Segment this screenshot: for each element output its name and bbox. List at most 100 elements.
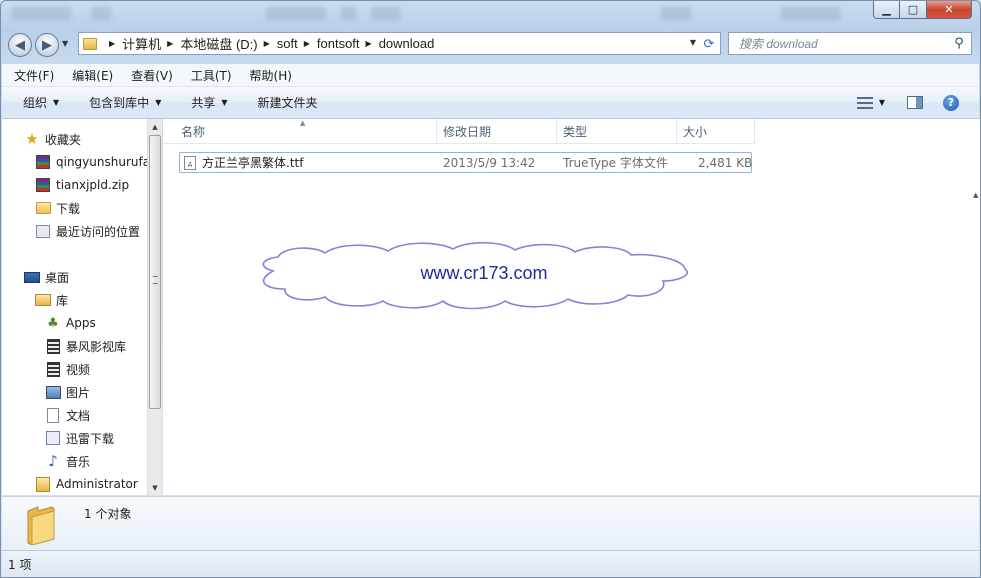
file-type: TrueType 字体文件 (563, 156, 668, 170)
breadcrumb-download[interactable]: download (379, 36, 435, 51)
sidebar-item-label: 下载 (56, 201, 81, 216)
close-icon: ✕ (944, 3, 954, 16)
watermark-text: www.cr173.com (420, 263, 548, 283)
address-history-dropdown[interactable]: ▼ (690, 38, 696, 47)
share-label: 共享 (191, 96, 216, 110)
close-button[interactable]: ✕ (927, 1, 972, 19)
recent-places-icon (36, 224, 50, 238)
picture-icon (45, 385, 61, 399)
include-in-library-label: 包含到库中 (89, 96, 150, 110)
share-button[interactable]: 共享 ▼ (191, 94, 227, 111)
scroll-up-arrow-icon[interactable]: ▲ (148, 119, 162, 134)
change-view-icon[interactable] (856, 96, 873, 109)
column-header-row: ▲ 名称 修改日期 类型 大小 (163, 119, 755, 144)
sidebar-item-label: 库 (56, 293, 69, 308)
new-folder-button[interactable]: 新建文件夹 (258, 94, 318, 111)
sidebar-item-videos[interactable]: 视频 (45, 359, 90, 379)
forward-arrow-icon: ▶ (42, 37, 52, 53)
preview-pane-icon[interactable] (907, 96, 923, 109)
column-header-type[interactable]: 类型 (557, 119, 677, 143)
search-icon[interactable]: ⚲ (951, 36, 967, 52)
chevron-right-icon[interactable]: ▶ (366, 39, 372, 48)
sidebar-item-music[interactable]: ♪ 音乐 (45, 451, 90, 471)
sidebar-item-label: Apps (66, 316, 96, 330)
selection-count: 1 个对象 (84, 507, 132, 521)
folder-icon (83, 37, 97, 50)
chevron-down-icon: ▼ (53, 98, 60, 107)
star-icon: ★ (25, 130, 39, 148)
file-modified: 2013/5/9 13:42 (443, 155, 536, 170)
sidebar-item-label: Administrator (56, 477, 138, 491)
file-row[interactable]: A 方正兰亭黑繁体.ttf 2013/5/9 13:42 TrueType 字体文… (179, 152, 752, 173)
sidebar-item-label: qingyunshurufa (56, 155, 147, 169)
winrar-archive-icon (36, 178, 50, 192)
sidebar-item-qingyunshurufa[interactable]: qingyunshurufa (35, 152, 147, 172)
sidebar-item-label: 视频 (66, 362, 91, 377)
menu-file[interactable]: 文件(F) (2, 67, 60, 84)
include-in-library-button[interactable]: 包含到库中 ▼ (89, 94, 161, 111)
status-bar: 1 项 (2, 550, 979, 577)
back-button[interactable]: ◀ (8, 33, 32, 57)
breadcrumb-computer[interactable]: 计算机 (122, 34, 161, 53)
refresh-icon[interactable]: ⟳ (700, 35, 718, 53)
sidebar-item-label: 音乐 (66, 454, 91, 469)
video-library-icon (46, 338, 60, 354)
menu-edit[interactable]: 编辑(E) (60, 67, 119, 84)
sidebar-item-favorites[interactable]: ★ 收藏夹 (24, 129, 81, 149)
scroll-up-arrow-icon[interactable]: ▲ (973, 191, 978, 199)
download-folder-icon (35, 202, 51, 214)
sidebar-item-label: 桌面 (45, 270, 70, 285)
details-pane: 1 个对象 (2, 496, 979, 550)
search-box[interactable]: ⚲ (728, 32, 972, 55)
sidebar-item-desktop[interactable]: 桌面 (24, 267, 69, 287)
sidebar-item-label: 暴风影视库 (66, 339, 127, 354)
sidebar-item-downloads[interactable]: 下载 (35, 198, 80, 218)
file-pane-scrollbar[interactable]: ▲ ▼ (973, 119, 980, 567)
sidebar-item-documents[interactable]: 文档 (45, 405, 90, 425)
sidebar-item-administrator[interactable]: Administrator (35, 474, 138, 494)
navigation-pane: ★ 收藏夹 qingyunshurufa tianxjpld.zip 下载 最近访… (2, 119, 147, 495)
chevron-right-icon[interactable]: ▶ (167, 39, 173, 48)
forward-button[interactable]: ▶ (35, 33, 59, 57)
sidebar-item-thunder-downloads[interactable]: 迅雷下载 (45, 428, 114, 448)
winrar-archive-icon (36, 155, 50, 169)
maximize-button[interactable]: □ (900, 1, 927, 19)
scrollbar-thumb[interactable] (149, 135, 161, 409)
menu-tools[interactable]: 工具(T) (179, 67, 238, 84)
sidebar-item-pictures[interactable]: 图片 (45, 382, 90, 402)
menu-view[interactable]: 查看(V) (119, 67, 179, 84)
video-icon (46, 361, 60, 377)
recent-pages-dropdown[interactable]: ▼ (62, 39, 68, 48)
search-input[interactable] (737, 35, 951, 52)
sidebar-item-recent-places[interactable]: 最近访问的位置 (35, 221, 140, 241)
chevron-right-icon[interactable]: ▶ (109, 39, 115, 48)
sidebar-item-baofeng-video-library[interactable]: 暴风影视库 (45, 336, 126, 356)
sidebar-item-libraries[interactable]: 库 (35, 290, 68, 310)
document-icon (47, 407, 59, 423)
breadcrumb-soft[interactable]: soft (277, 36, 298, 51)
sidebar-item-label: 收藏夹 (45, 132, 82, 147)
sidebar-item-label: 迅雷下载 (66, 431, 115, 446)
column-header-size[interactable]: 大小 (677, 119, 755, 143)
new-folder-label: 新建文件夹 (257, 96, 318, 110)
background-window-strip (1, 1, 861, 31)
scroll-down-arrow-icon[interactable]: ▼ (148, 480, 162, 495)
sidebar-item-apps[interactable]: ♣ Apps (45, 313, 96, 333)
organize-button[interactable]: 组织 ▼ (23, 94, 59, 111)
sidebar-item-tianxjpld[interactable]: tianxjpld.zip (35, 175, 129, 195)
sidebar-item-label: 图片 (66, 385, 91, 400)
help-icon[interactable]: ? (943, 94, 959, 111)
breadcrumb-drive-d[interactable]: 本地磁盘 (D:) (180, 34, 257, 53)
breadcrumb-fontsoft[interactable]: fontsoft (317, 36, 360, 51)
chevron-right-icon[interactable]: ▶ (304, 39, 310, 48)
minimize-button[interactable]: ▁ (873, 1, 900, 19)
sidebar-item-label: 最近访问的位置 (56, 224, 141, 239)
address-bar[interactable]: ▶ 计算机 ▶ 本地磁盘 (D:) ▶ soft ▶ fontsoft ▶ downloa… (78, 32, 721, 55)
window-caption-buttons: ▁ □ ✕ (873, 1, 972, 19)
column-header-modified[interactable]: 修改日期 (437, 119, 557, 143)
chevron-right-icon[interactable]: ▶ (264, 39, 270, 48)
menu-help[interactable]: 帮助(H) (238, 67, 298, 84)
view-options-dropdown[interactable]: ▼ (879, 98, 885, 107)
navigation-pane-scrollbar[interactable]: ▲ ▼ (147, 119, 162, 495)
column-header-name[interactable]: 名称 (175, 119, 437, 143)
